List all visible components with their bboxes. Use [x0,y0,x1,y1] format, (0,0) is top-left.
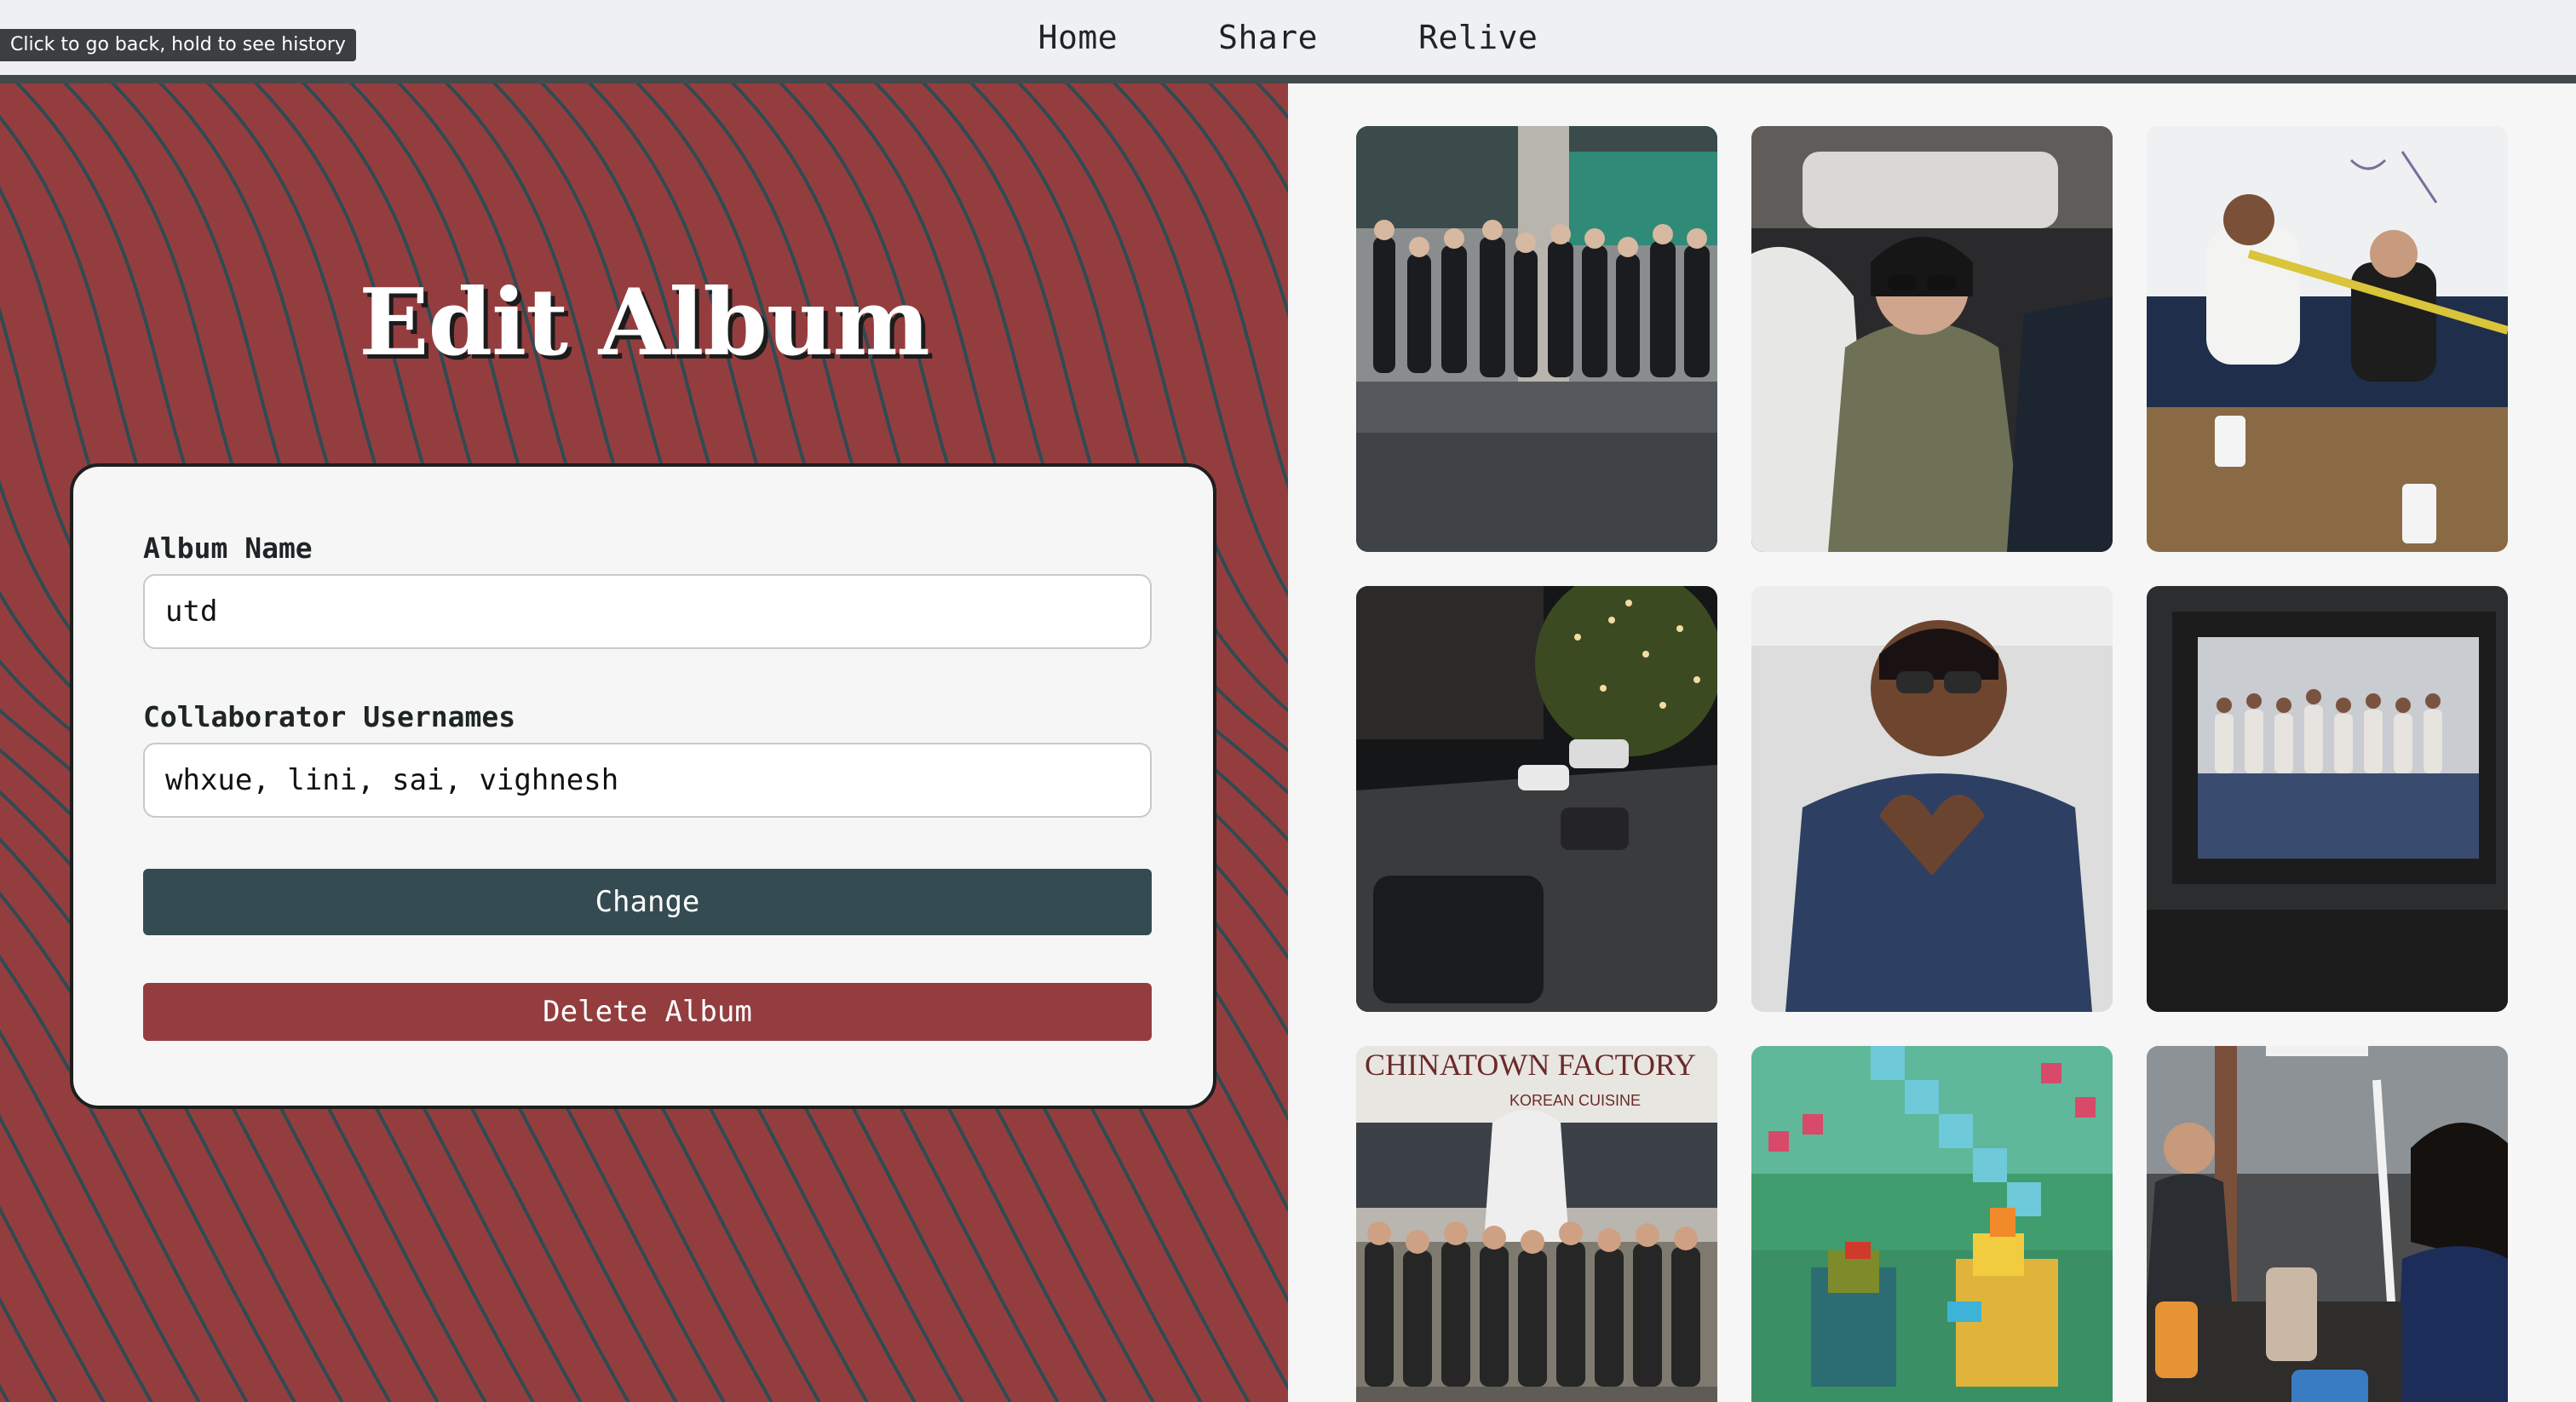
page-title: Edit Album [359,269,929,376]
photo-heart-hands-selfie[interactable] [1751,586,2113,1012]
photo-selfie-in-car[interactable] [1751,126,2113,552]
selfie-in-car-icon [1751,126,2113,552]
photo-group-chinatown[interactable]: CHINATOWN FACTORY KOREAN CUISINE [1356,1046,1717,1402]
minecraft-chickens-icon [1751,1046,2113,1402]
cafe-selfie-icon [2147,1046,2508,1402]
album-photo-grid: CHINATOWN FACTORY KOREAN CUISINE [1288,83,2576,1402]
photo-framed-group[interactable] [2147,586,2508,1012]
nav-share-link[interactable]: Share [1218,19,1318,56]
nav-relive-link[interactable]: Relive [1418,19,1538,56]
top-nav-bar: Home Share Relive [0,0,2576,83]
street-at-night-icon [1356,586,1717,1012]
change-button[interactable]: Change [143,869,1152,935]
album-name-label: Album Name [143,531,313,565]
photo-cafe-selfie[interactable] [2147,1046,2508,1402]
heart-hands-selfie-icon [1751,586,2113,1012]
main-nav: Home Share Relive [0,0,2576,75]
collaborators-input[interactable] [143,743,1152,818]
sign-text: CHINATOWN FACTORY [1365,1048,1696,1082]
friends-on-couch-icon [2147,126,2508,552]
photo-friends-on-couch[interactable] [2147,126,2508,552]
group-photo-chinatown-icon: CHINATOWN FACTORY KOREAN CUISINE [1356,1046,1717,1402]
edit-album-form: Album Name Collaborator Usernames Change… [70,463,1216,1109]
svg-text:KOREAN CUISINE: KOREAN CUISINE [1509,1092,1641,1109]
edit-album-panel: Edit Album Album Name Collaborator Usern… [0,83,1288,1402]
group-photo-hallway-icon [1356,126,1717,552]
framed-group-photo-icon [2147,586,2508,1012]
album-name-input[interactable] [143,574,1152,649]
photo-minecraft-chickens[interactable] [1751,1046,2113,1402]
delete-album-button[interactable]: Delete Album [143,983,1152,1041]
back-button-tooltip: Click to go back, hold to see history [0,29,356,61]
photo-group-hallway[interactable] [1356,126,1717,552]
nav-home-link[interactable]: Home [1038,19,1118,56]
collaborators-label: Collaborator Usernames [143,700,516,733]
photo-street-at-night[interactable] [1356,586,1717,1012]
